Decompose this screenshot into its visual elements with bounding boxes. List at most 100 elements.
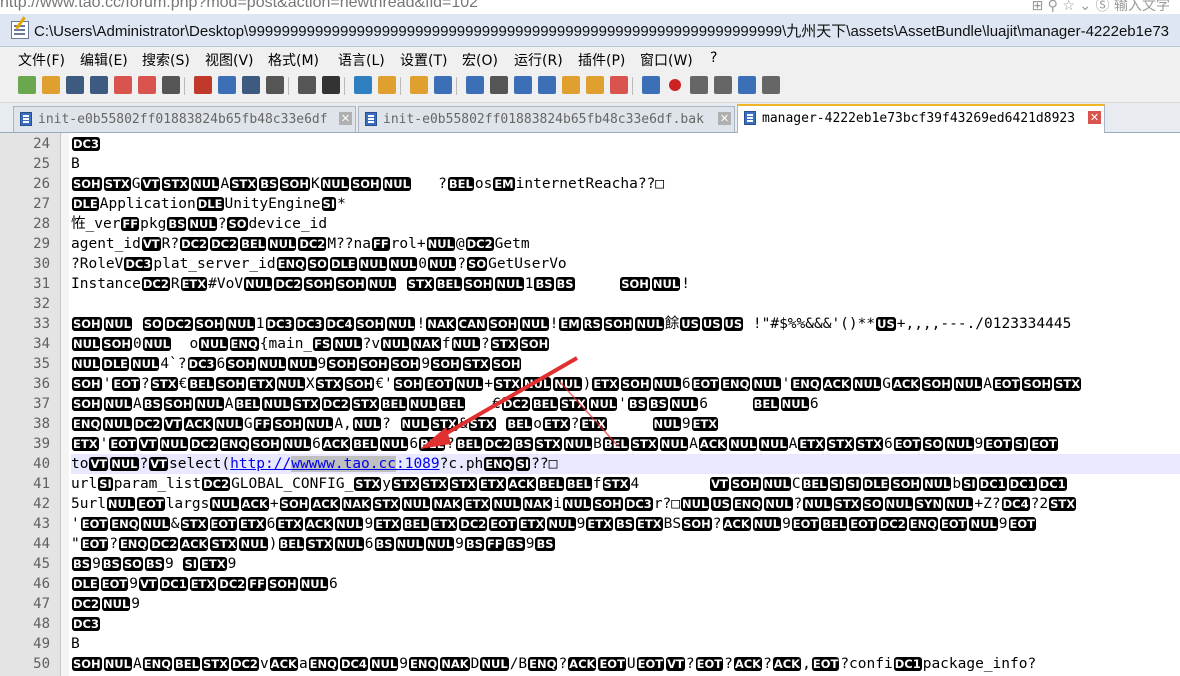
control-char: SOH [279,497,310,511]
open-file-icon[interactable] [42,76,60,94]
menu-7[interactable]: 设置(T) [400,50,447,70]
code-line[interactable]: SOH NUL A ENQ BEL STX DC2 v ACK a ENQ DC4 NUL 9 ENQ NAK… [71,654,1180,674]
control-char: STX [490,337,518,351]
code-line[interactable]: 恠_ver FF pkg BS NUL? SO device_id [71,214,1180,234]
menu-6[interactable]: 语言(L) [338,50,385,70]
control-char: SO [467,257,488,271]
word-wrap-icon[interactable] [490,76,508,94]
function-list-icon[interactable] [586,76,604,94]
paste-icon[interactable] [242,76,260,94]
tab-close-icon[interactable]: ✕ [339,112,352,125]
code-line[interactable]: ENQ NUL DC2 VT ACK NUL G FF SOH NUL A, NUL? NUL STX &… [71,414,1180,434]
fold-margin[interactable] [61,133,69,676]
code-line[interactable]: DLE EOT 9 VT DC1 ETX DC2 FF SOH NUL 6 [71,574,1180,594]
code-line[interactable]: NUL SOH 0 NUL o NUL ENQ {main_ FS NUL ?v NUL NAK f NU… [71,334,1180,354]
tab-3[interactable]: manager-4222eb1e73bcf39f43269ed6421d8923… [737,104,1105,133]
close-all-icon[interactable] [138,76,156,94]
code-line[interactable]: DC3 [71,614,1180,634]
control-char: ETX [543,417,570,431]
line-number: 28 [33,216,50,232]
control-char: NUL [131,357,160,371]
code-line[interactable]: B [71,154,1180,174]
zoom-in-icon[interactable] [378,76,396,94]
code-line[interactable]: 5url NUL EOT largs NUL ACK + SOH ACK NAK STX NUL NAK… [71,494,1180,514]
code-line[interactable]: SOH NUL SO DC2 SOH NUL 1 DC3 DC3 DC4 SOH NUL! NAK CA… [71,314,1180,334]
menu-12[interactable]: ? [710,50,717,66]
code-line[interactable]: NUL DLE NUL 4`? DC3 6 SOH NUL NUL 9 SOH SOH SOH 9 SOH S… [71,354,1180,374]
code-line[interactable]: B [71,634,1180,654]
bookmark-margin[interactable] [0,133,14,676]
control-char: EOT [984,437,1012,451]
cut-icon[interactable] [194,76,212,94]
code-line[interactable]: " EOT? ENQ DC2 ACK STX NUL) BEL STX NUL 6 BS NUL NUL 9… [71,534,1180,554]
menu-5[interactable]: 格式(M) [268,50,319,70]
tab-close-icon[interactable]: ✕ [1088,111,1101,124]
control-char: ETX [430,517,458,531]
code-line-current[interactable]: to VT NUL? VT select(http://wwwww.tao.cc:108… [71,454,1180,474]
browser-toolbar-icons[interactable]: ⊞ ⚲ ☆ ⌄ Ⓢ 输入文字 [1031,0,1170,14]
monitor-icon[interactable] [642,76,660,94]
code-line[interactable]: BS 9 BS SO BS 9 SI ETX 9 [71,554,1180,574]
control-char: NUL [72,337,101,351]
control-char: SOH [488,317,519,331]
tab-2[interactable]: init-e0b55802ff01883824b65fb48c33e6df.ba… [358,106,735,132]
play-macro-icon[interactable] [714,76,732,94]
window-title: C:\Users\Administrator\Desktop\999999999… [34,23,1170,40]
browser-url[interactable]: http://www.tao.cc/forum.php?mod=post&act… [0,0,478,12]
redo-icon[interactable] [298,76,316,94]
code-line[interactable]: Instance DC2 R ETX #VoV NUL DC2 SOH SOH NUL STX BE… [71,274,1180,294]
doc-map-icon[interactable] [562,76,580,94]
folder-workspace-icon[interactable] [610,76,628,94]
code-line[interactable]: SOH STX G VT STX NUL A STX BS SOH K NUL SOH NUL ? BEL o… [71,174,1180,194]
menu-1[interactable]: 文件(F) [18,50,65,70]
control-char: NUL [945,437,974,451]
control-char: DLE [862,477,890,491]
close-icon[interactable] [114,76,132,94]
record-macro-icon[interactable] [669,79,681,91]
editor[interactable]: 24 25 26 27 28 29 30 31 32 33 34 35 36 37 38 39 40 41 42 43… [0,133,1180,676]
code-line[interactable]: SOH NUL A BS SOH NUL A BEL NUL STX DC2 STX BEL NUL BEL… [71,394,1180,414]
code-line[interactable] [71,294,1180,314]
print-icon[interactable] [162,76,180,94]
undo-icon[interactable] [266,76,284,94]
run-macro-multiple-icon[interactable] [738,76,756,94]
control-char: NUL [380,437,409,451]
code-line[interactable]: ETX ' EOT VT NUL DC2 ENQ SOH NUL 6 ACK BEL NUL 6 BEL? B… [71,434,1180,454]
menu-9[interactable]: 运行(R) [514,50,563,70]
copy-icon[interactable] [218,76,236,94]
menu-4[interactable]: 视图(V) [205,50,254,70]
sync-v-icon[interactable] [434,76,452,94]
tab-1[interactable]: init-e0b55802ff01883824b65fb48c33e6df ✕ [13,106,356,132]
code-line[interactable]: SOH ' EOT? STX € BEL SOH ETX NUL X STX SOH €' SOH EOT N… [71,374,1180,394]
code-line[interactable]: url SI param_list DC2 GLOBAL_CONFIG_ STX y STX S… [71,474,1180,494]
save-macro-icon[interactable] [762,76,780,94]
menu-11[interactable]: 窗口(W) [640,50,693,70]
control-char: SOH [304,277,335,291]
control-char: EOT [811,657,840,671]
code-line[interactable]: agent_id VT R? DC2 DC2 BEL NUL DC2 M??na FF rol+ NU… [71,234,1180,254]
zoom-out-icon[interactable] [410,76,428,94]
save-icon[interactable] [66,76,84,94]
url-link[interactable]: http://wwwww.tao.cc:1089 [230,456,440,472]
menu-8[interactable]: 宏(O) [462,50,498,70]
control-char: ACK [698,437,728,451]
replace-icon[interactable] [354,76,372,94]
code-line[interactable]: DLE Application DLE UnityEngine SI * [71,194,1180,214]
show-all-chars-icon[interactable] [514,76,532,94]
tab-close-icon[interactable]: ✕ [718,112,731,125]
control-char: DC2 [465,237,494,251]
menu-3[interactable]: 搜索(S) [142,50,190,70]
sync-h-icon[interactable] [466,76,484,94]
new-file-icon[interactable] [18,76,36,94]
toolbar-separator [456,77,457,95]
find-icon[interactable] [322,76,340,94]
menu-2[interactable]: 编辑(E) [80,50,128,70]
save-all-icon[interactable] [90,76,108,94]
stop-macro-icon[interactable] [690,76,708,94]
code-line[interactable]: DC2 NUL 9 [71,594,1180,614]
code-line[interactable]: ?RoleV DC3 plat_server_id ENQ SO DLE NUL NUL 0 NU… [71,254,1180,274]
code-line[interactable]: ' EOT ENQ NUL & STX EOT ETX 6 ETX ACK NUL 9 ETX BEL ETX… [71,514,1180,534]
menu-10[interactable]: 插件(P) [578,50,625,70]
indent-guide-icon[interactable] [538,76,556,94]
code-line[interactable]: DC3 [71,134,1180,154]
